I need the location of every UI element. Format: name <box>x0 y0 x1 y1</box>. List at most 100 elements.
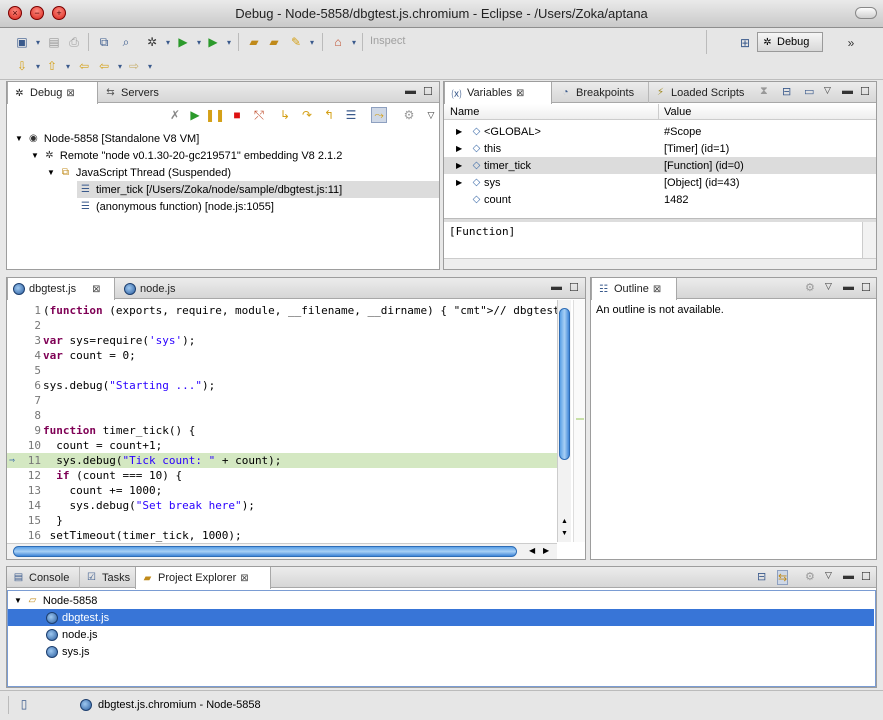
collapse-all-icon[interactable]: ⊟ <box>757 570 766 583</box>
scroll-right-icon[interactable]: ▶ <box>543 546 549 555</box>
minimize-icon[interactable]: ▬ <box>842 85 853 97</box>
run-external-icon[interactable]: ▶ <box>205 34 221 50</box>
tree-item-project[interactable]: ▼ ▱ Node-5858 <box>8 592 874 609</box>
terminate-icon[interactable]: ■ <box>229 107 245 123</box>
fast-view-icon[interactable]: ▯ <box>16 696 32 712</box>
scroll-up-icon[interactable]: ▲ <box>561 518 568 525</box>
back-icon[interactable]: ⇦ <box>96 58 112 74</box>
editor-horizontal-scrollbar[interactable]: ◀ ▶ <box>7 543 557 559</box>
show-logical-structure-icon[interactable]: ⊟ <box>782 85 791 98</box>
tab-debug[interactable]: ✲ Debug ⊠ <box>7 82 98 104</box>
view-menu-icon[interactable]: ⚙ <box>805 570 815 583</box>
wand-icon[interactable]: ✎ <box>288 34 304 50</box>
collapse-all-icon[interactable]: ▭ <box>804 85 814 98</box>
drop-to-frame-icon[interactable]: ☰ <box>343 107 359 123</box>
show-type-names-icon[interactable]: ⧗ <box>760 85 768 98</box>
close-icon[interactable]: ⊠ <box>516 88 524 99</box>
close-icon[interactable]: ⊠ <box>92 284 100 295</box>
chevron-down-icon[interactable]: ▾ <box>346 34 362 50</box>
tab-variables[interactable]: ⒳ Variables ⊠ <box>444 82 552 104</box>
scrollbar-thumb[interactable] <box>559 308 570 460</box>
next-annotation-icon[interactable]: ⇩ <box>14 58 30 74</box>
view-menu-icon[interactable]: ⚙ <box>805 281 815 294</box>
collapsed-arrow-icon[interactable]: ▶ <box>456 161 462 170</box>
home-icon[interactable]: ⌂ <box>330 34 346 50</box>
debug-perspective-button[interactable]: ✲ Debug <box>757 32 823 52</box>
expanded-arrow-icon[interactable]: ▼ <box>47 168 55 177</box>
collapsed-arrow-icon[interactable]: ▶ <box>456 144 462 153</box>
tree-item-sys-js[interactable]: sys.js <box>8 643 874 660</box>
table-row[interactable]: ▶ ◇ <GLOBAL> #Scope <box>444 123 876 140</box>
close-icon[interactable]: ⊠ <box>240 573 248 584</box>
tree-item-node-js[interactable]: node.js <box>8 626 874 643</box>
new-icon[interactable]: ▣ <box>14 34 30 50</box>
collapsed-arrow-icon[interactable]: ▶ <box>456 127 462 136</box>
tab-project-explorer[interactable]: ▰ Project Explorer ⊠ <box>135 567 271 589</box>
maximize-icon[interactable]: ☐ <box>860 85 870 98</box>
maximize-icon[interactable]: ☐ <box>423 85 433 98</box>
save-icon[interactable]: ▤ <box>46 34 62 50</box>
more-perspectives-button[interactable]: » <box>843 35 859 51</box>
minimize-icon[interactable]: ▬ <box>843 570 854 582</box>
step-over-icon[interactable]: ↷ <box>299 107 315 123</box>
open-type-icon[interactable]: ⧉ <box>96 34 112 50</box>
table-row[interactable]: ◇ count 1482 <box>444 191 876 208</box>
close-icon[interactable]: ⊠ <box>66 88 74 99</box>
tab-dbgtest-js[interactable]: dbgtest.js ⊠ <box>7 278 115 300</box>
table-row[interactable]: ▶ ◇ timer_tick [Function] (id=0) <box>444 157 876 174</box>
scroll-left-icon[interactable]: ◀ <box>529 546 535 555</box>
scrollbar-thumb[interactable] <box>13 546 517 557</box>
close-window-button[interactable]: × <box>8 6 22 20</box>
tab-breakpoints[interactable]: ◔ Breakpoints <box>554 82 639 103</box>
maximize-icon[interactable]: ☐ <box>569 281 579 294</box>
column-header-value[interactable]: Value <box>664 106 691 118</box>
chevron-down-icon[interactable]: ▾ <box>304 34 320 50</box>
overview-ruler[interactable] <box>573 300 585 542</box>
column-divider[interactable] <box>658 104 659 120</box>
editor-vertical-scrollbar[interactable]: ▲ ▼ <box>557 300 571 542</box>
maximize-icon[interactable]: ☐ <box>861 570 871 583</box>
expanded-arrow-icon[interactable]: ▼ <box>15 134 23 143</box>
remove-all-terminated-icon[interactable]: ✗ <box>167 107 183 123</box>
resume-icon[interactable]: ▶ <box>187 107 203 123</box>
suspend-icon[interactable]: ❚❚ <box>205 107 225 123</box>
chevron-down-icon[interactable]: ▽ <box>824 85 831 96</box>
expanded-arrow-icon[interactable]: ▼ <box>31 151 39 160</box>
maximize-icon[interactable]: ☐ <box>861 281 871 294</box>
ruler-annotation[interactable] <box>576 418 584 420</box>
code-editor[interactable]: 1 (function (exports, require, module, __… <box>7 300 563 542</box>
tab-console[interactable]: ▤ Console <box>7 567 74 588</box>
detail-scrollbar[interactable] <box>862 222 876 258</box>
forward-icon[interactable]: ⇨ <box>126 58 142 74</box>
view-menu-icon[interactable]: ⚙ <box>401 107 417 123</box>
table-row[interactable]: ▶ ◇ this [Timer] (id=1) <box>444 140 876 157</box>
tree-item-frame-timer-tick[interactable]: ☰ timer_tick [/Users/Zoka/node/sample/db… <box>77 181 439 198</box>
open-folder-icon[interactable]: ▰ <box>246 34 262 50</box>
tree-item-vm[interactable]: ▼ ◉ Node-5858 [Standalone V8 VM] <box>15 130 199 147</box>
chevron-down-icon[interactable]: ▽ <box>825 281 832 292</box>
chevron-down-icon[interactable]: ▾ <box>221 34 237 50</box>
chevron-down-icon[interactable]: ▽ <box>825 570 832 581</box>
chevron-down-icon[interactable]: ▽ <box>423 107 439 123</box>
new-project-icon[interactable]: ▰ <box>266 34 282 50</box>
variables-horizontal-scrollbar[interactable] <box>444 258 876 269</box>
last-edit-icon[interactable]: ⇦ <box>76 58 92 74</box>
disconnect-icon[interactable]: ⤲ <box>251 107 267 123</box>
tree-item-frame-anonymous[interactable]: ☰ (anonymous function) [node.js:1055] <box>79 198 274 215</box>
table-row[interactable]: ▶ ◇ sys [Object] (id=43) <box>444 174 876 191</box>
chevron-down-icon[interactable]: ▾ <box>30 34 46 50</box>
column-header-name[interactable]: Name <box>450 106 479 118</box>
close-icon[interactable]: ⊠ <box>653 284 661 295</box>
tab-outline[interactable]: ☷ Outline ⊠ <box>591 278 677 300</box>
expanded-arrow-icon[interactable]: ▼ <box>14 596 22 605</box>
print-icon[interactable]: ⎙ <box>66 34 82 50</box>
toolbar-toggle-button[interactable] <box>855 7 877 19</box>
chevron-down-icon[interactable]: ▾ <box>60 58 76 74</box>
open-perspective-icon[interactable]: ⊞ <box>737 35 753 51</box>
zoom-window-button[interactable]: + <box>52 6 66 20</box>
tab-servers[interactable]: ⇆ Servers <box>99 82 164 103</box>
chevron-down-icon[interactable]: ▾ <box>142 58 158 74</box>
tab-node-js[interactable]: node.js <box>119 278 180 299</box>
run-icon[interactable]: ▶ <box>175 34 191 50</box>
chevron-down-icon[interactable]: ▾ <box>160 34 176 50</box>
